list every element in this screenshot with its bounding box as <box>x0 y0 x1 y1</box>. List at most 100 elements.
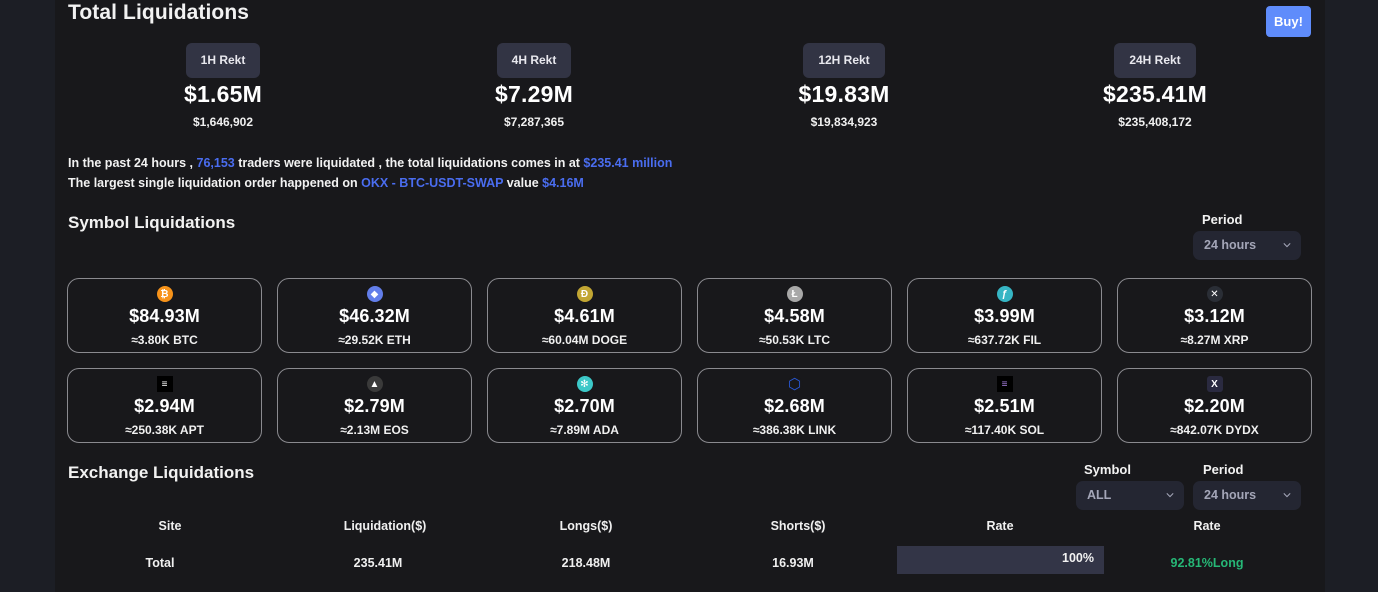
symbol-amount: $4.61M <box>554 306 615 326</box>
cell-liquidation: 235.41M <box>353 556 403 570</box>
chainlink-icon: ⬡ <box>786 376 803 393</box>
symbol-quantity: ≈842.07K DYDX <box>1170 423 1259 437</box>
bitcoin-icon: ₿ <box>156 286 173 302</box>
rekt-1h: 1H Rekt $1.65M $1,646,902 <box>123 43 323 129</box>
exchange-liquidations-title: Exchange Liquidations <box>68 463 255 482</box>
rekt-full-amount: $7,287,365 <box>503 115 565 129</box>
select-value: ALL <box>1087 488 1112 502</box>
rekt-full-amount: $19,834,923 <box>810 115 878 129</box>
cell-longs: 218.48M <box>561 556 611 570</box>
rate-progress-bar: 100% <box>897 546 1104 574</box>
cell-site: Total <box>145 556 175 570</box>
rekt-12h: 12H Rekt $19.83M $19,834,923 <box>744 43 944 129</box>
summary-line-2: The largest single liquidation order hap… <box>68 173 672 193</box>
rekt-24h: 24H Rekt $235.41M $235,408,172 <box>1055 43 1255 129</box>
symbol-amount: $46.32M <box>339 306 410 326</box>
symbol-card-ltc[interactable]: Ł $4.58M ≈50.53K LTC <box>697 278 892 353</box>
eos-icon: ▲ <box>366 376 383 392</box>
aptos-icon: ≡ <box>156 376 173 392</box>
symbol-amount: $2.70M <box>554 396 615 416</box>
symbol-amount: $84.93M <box>129 306 200 326</box>
column-header-shorts: Shorts($) <box>770 519 826 533</box>
symbol-card-eos[interactable]: ▲ $2.79M ≈2.13M EOS <box>277 368 472 443</box>
exchange-period-select[interactable]: 24 hours <box>1193 481 1301 510</box>
symbol-card-link[interactable]: ⬡ $2.68M ≈386.38K LINK <box>697 368 892 443</box>
period-label: Period <box>1202 212 1243 227</box>
rekt-full-amount: $235,408,172 <box>1118 115 1192 129</box>
symbol-amount: $2.51M <box>974 396 1035 416</box>
largest-order-exchange-link[interactable]: OKX - BTC-USDT-SWAP <box>361 176 503 190</box>
column-header-site: Site <box>158 519 182 533</box>
summary-line-1: In the past 24 hours , 76,153 traders we… <box>68 153 672 173</box>
select-value: 24 hours <box>1204 238 1257 252</box>
dydx-icon: X <box>1206 376 1223 392</box>
symbol-quantity: ≈7.89M ADA <box>550 423 619 437</box>
symbol-card-btc[interactable]: ₿ $84.93M ≈3.80K BTC <box>67 278 262 353</box>
symbol-liquidations-title: Symbol Liquidations <box>68 213 236 232</box>
symbol-card-ada[interactable]: ✻ $2.70M ≈7.89M ADA <box>487 368 682 443</box>
liquidation-summary: In the past 24 hours , 76,153 traders we… <box>68 153 672 193</box>
rate-percent: 100% <box>1062 551 1094 565</box>
symbol-card-apt[interactable]: ≡ $2.94M ≈250.38K APT <box>67 368 262 443</box>
symbol-cards-grid: ₿ $84.93M ≈3.80K BTC ◆ $46.32M ≈29.52K ETH Đ $4… <box>67 278 1312 443</box>
symbol-card-fil[interactable]: ƒ $3.99M ≈637.72K FIL <box>907 278 1102 353</box>
symbol-quantity: ≈250.38K APT <box>125 423 204 437</box>
rekt-amount: $19.83M <box>798 81 890 107</box>
chevron-down-icon <box>1166 493 1174 498</box>
page-title: Total Liquidations <box>68 1 250 24</box>
filecoin-icon: ƒ <box>996 286 1013 302</box>
rekt-tab-1h[interactable]: 1H Rekt <box>185 43 261 78</box>
summary-text: In the past 24 hours , <box>68 156 197 170</box>
rekt-amount: $7.29M <box>495 81 573 107</box>
symbol-card-doge[interactable]: Đ $4.61M ≈60.04M DOGE <box>487 278 682 353</box>
cell-shorts: 16.93M <box>772 556 814 570</box>
traders-count: 76,153 <box>196 156 235 170</box>
rekt-tab-24h[interactable]: 24H Rekt <box>1114 43 1196 78</box>
cardano-icon: ✻ <box>576 376 593 392</box>
summary-text: traders were liquidated , the total liqu… <box>234 156 584 170</box>
rekt-amount: $235.41M <box>1103 81 1207 107</box>
dogecoin-icon: Đ <box>576 286 593 302</box>
symbol-quantity: ≈29.52K ETH <box>338 333 411 347</box>
symbol-quantity: ≈3.80K BTC <box>131 333 198 347</box>
xrp-icon: ✕ <box>1206 286 1223 302</box>
symbol-quantity: ≈50.53K LTC <box>758 333 831 347</box>
cell-long-rate: 92.81%Long <box>1170 556 1244 570</box>
symbol-quantity: ≈60.04M DOGE <box>541 333 628 347</box>
column-header-longs: Longs($) <box>559 519 613 533</box>
period-label: Period <box>1203 462 1244 477</box>
chevron-down-icon <box>1283 243 1291 248</box>
column-header-rate-long: Rate <box>1193 519 1221 533</box>
ethereum-icon: ◆ <box>366 286 383 302</box>
symbol-label: Symbol <box>1084 462 1131 477</box>
summary-text: The largest single liquidation order hap… <box>68 176 362 190</box>
symbol-card-xrp[interactable]: ✕ $3.12M ≈8.27M XRP <box>1117 278 1312 353</box>
symbol-amount: $3.99M <box>974 306 1035 326</box>
rekt-tab-4h[interactable]: 4H Rekt <box>496 43 572 78</box>
select-value: 24 hours <box>1204 488 1257 502</box>
rekt-4h: 4H Rekt $7.29M $7,287,365 <box>434 43 634 129</box>
symbol-amount: $4.58M <box>764 306 825 326</box>
exchange-symbol-select[interactable]: ALL <box>1076 481 1184 510</box>
buy-button[interactable]: Buy! <box>1266 6 1311 37</box>
symbol-card-dydx[interactable]: X $2.20M ≈842.07K DYDX <box>1117 368 1312 443</box>
symbol-period-select[interactable]: 24 hours <box>1193 231 1301 260</box>
symbol-amount: $2.68M <box>764 396 825 416</box>
symbol-amount: $2.20M <box>1184 396 1245 416</box>
largest-order-value: $4.16M <box>542 176 584 190</box>
symbol-amount: $3.12M <box>1184 306 1245 326</box>
symbol-card-sol[interactable]: ≡ $2.51M ≈117.40K SOL <box>907 368 1102 443</box>
rekt-full-amount: $1,646,902 <box>192 115 254 129</box>
rekt-tab-12h[interactable]: 12H Rekt <box>803 43 885 78</box>
column-header-liquidation: Liquidation($) <box>343 519 427 533</box>
rekt-amount: $1.65M <box>184 81 262 107</box>
symbol-quantity: ≈386.38K LINK <box>752 423 837 437</box>
chevron-down-icon <box>1283 493 1291 498</box>
symbol-card-eth[interactable]: ◆ $46.32M ≈29.52K ETH <box>277 278 472 353</box>
symbol-quantity: ≈117.40K SOL <box>964 423 1045 437</box>
liquidations-panel: Total Liquidations Buy! 1H Rekt $1.65M $… <box>55 0 1325 592</box>
symbol-quantity: ≈637.72K FIL <box>967 333 1042 347</box>
litecoin-icon: Ł <box>786 286 803 302</box>
symbol-amount: $2.79M <box>344 396 405 416</box>
column-header-rate: Rate <box>986 519 1014 533</box>
